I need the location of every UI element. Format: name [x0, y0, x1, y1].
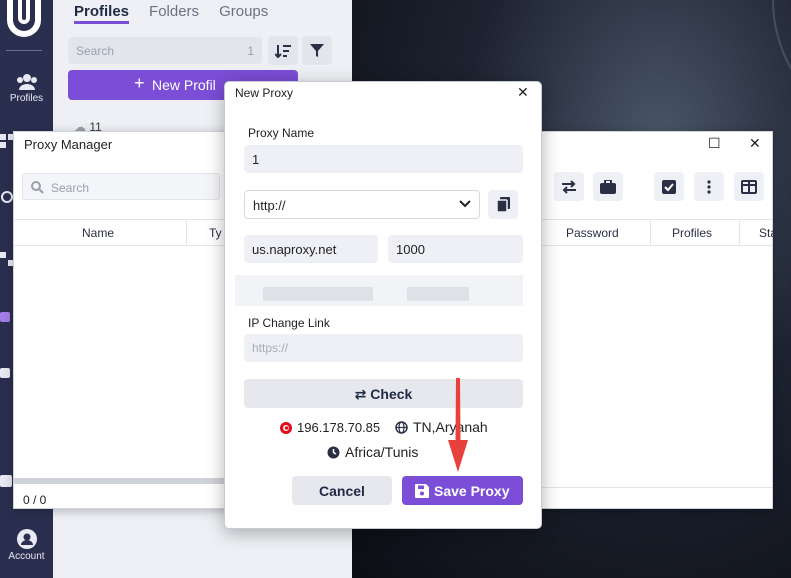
swap-icon: [562, 179, 576, 194]
column-status[interactable]: Sta: [759, 226, 777, 240]
column-separator: [650, 220, 651, 246]
sidebar-item-label: Profiles: [9, 93, 44, 104]
maximize-button[interactable]: ☐: [708, 135, 721, 152]
clock-icon: [327, 446, 340, 458]
timezone-info: Africa/Tunis: [327, 444, 418, 460]
port-input[interactable]: 1000: [388, 235, 523, 263]
close-icon[interactable]: ✕: [517, 84, 529, 101]
sidebar-item-account[interactable]: Account: [0, 529, 53, 562]
location-info: TN,Aryanah: [395, 419, 488, 435]
proxy-count: 0 / 0: [23, 493, 47, 507]
sidebar-item-profiles[interactable]: Profiles: [0, 73, 53, 104]
host-input[interactable]: us.naproxy.net: [244, 235, 378, 263]
search-icon: [31, 181, 44, 194]
save-proxy-button[interactable]: Save Proxy: [402, 476, 523, 505]
proxy-name-input[interactable]: 1: [244, 145, 523, 173]
tab-folders[interactable]: Folders: [149, 0, 199, 26]
ip-change-input[interactable]: https://: [244, 334, 523, 362]
tab-groups[interactable]: Groups: [219, 0, 268, 26]
check-button[interactable]: ⇄ Check: [244, 379, 523, 408]
search-count: 1: [247, 44, 254, 58]
protocol-value: http://: [253, 198, 286, 213]
dialog-title: New Proxy: [235, 86, 294, 100]
new-profile-label: New Profil: [152, 77, 216, 93]
columns-icon: [741, 179, 757, 194]
save-label: Save Proxy: [434, 483, 510, 499]
feedback-icon: [0, 475, 12, 487]
account-icon: [16, 529, 37, 549]
ip-info: 196.178.70.85: [280, 420, 380, 435]
more-button[interactable]: [694, 172, 724, 201]
ip-change-label: IP Change Link: [248, 316, 330, 330]
rail-divider: [6, 50, 42, 51]
settings-icon: [0, 368, 10, 378]
column-separator: [186, 220, 187, 246]
column-password[interactable]: Password: [566, 226, 619, 240]
badge-icon: [0, 312, 10, 322]
profile-search-input[interactable]: Search 1: [68, 37, 262, 64]
credentials-fields-blurred[interactable]: [235, 275, 523, 306]
ip-address: 196.178.70.85: [297, 420, 381, 435]
columns-button[interactable]: [734, 172, 764, 201]
link-icon: [1, 191, 13, 203]
users-icon: [16, 74, 37, 90]
sort-button[interactable]: [268, 36, 298, 65]
protocol-select[interactable]: http://: [244, 190, 480, 219]
check-label: Check: [370, 386, 413, 402]
tunisia-flag-icon: [280, 421, 292, 434]
column-name[interactable]: Name: [82, 226, 114, 240]
grid-icon: [0, 134, 14, 148]
column-type[interactable]: Ty: [209, 226, 222, 240]
plus-icon: +: [134, 73, 145, 93]
profile-tabs: Profiles Folders Groups: [74, 0, 268, 26]
filter-icon: [310, 43, 324, 57]
extensions-icon: [0, 252, 14, 266]
column-profiles[interactable]: Profiles: [672, 226, 712, 240]
close-button[interactable]: ✕: [749, 135, 761, 152]
new-proxy-dialog: New Proxy ✕ Proxy Name 1 http:// us.napr…: [224, 81, 542, 529]
annotation-arrow-icon: [448, 378, 468, 472]
app-logo-icon: [7, 0, 41, 37]
horizontal-scrollbar[interactable]: [14, 478, 224, 484]
select-all-button[interactable]: [654, 172, 684, 201]
briefcase-button[interactable]: [593, 172, 623, 201]
window-title: Proxy Manager: [24, 137, 113, 152]
column-separator: [739, 220, 740, 246]
copy-button[interactable]: [488, 190, 518, 219]
proxy-search-input[interactable]: Search: [22, 173, 220, 200]
globe-icon: [395, 420, 408, 434]
filter-button[interactable]: [302, 36, 332, 65]
copy-icon: [496, 197, 510, 212]
search-placeholder: Search: [51, 181, 90, 195]
swap-icon: ⇄: [354, 386, 367, 402]
sidebar-item-label: Account: [8, 551, 45, 562]
tab-profiles[interactable]: Profiles: [74, 0, 130, 24]
chevron-down-icon: [459, 200, 471, 208]
more-vertical-icon: [707, 179, 711, 194]
save-icon: [415, 484, 429, 498]
search-placeholder: Search: [76, 44, 115, 58]
proxy-name-label: Proxy Name: [248, 126, 315, 140]
cancel-button[interactable]: Cancel: [292, 476, 392, 505]
scenery-arch: [772, 0, 791, 140]
briefcase-icon: [600, 179, 616, 194]
sort-icon: [275, 44, 291, 58]
checkbox-icon: [662, 179, 676, 194]
swap-button[interactable]: [554, 172, 584, 201]
timezone-text: Africa/Tunis: [345, 444, 419, 460]
